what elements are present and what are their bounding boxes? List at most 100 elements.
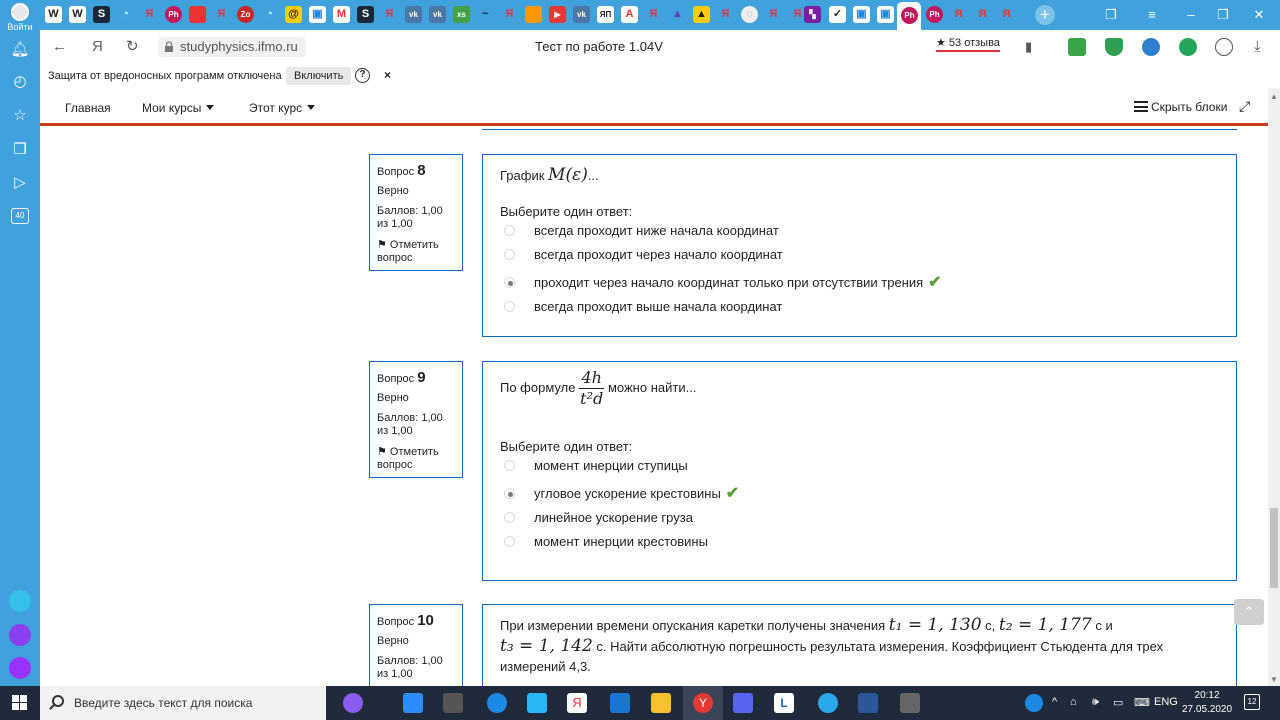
tab-yandex-6[interactable]: Я: [717, 6, 734, 23]
keyboard-icon[interactable]: ⌨: [1134, 696, 1150, 709]
tab-mail-at[interactable]: @: [285, 6, 302, 23]
reviews-link[interactable]: ★ 53 отзыва: [936, 36, 1000, 52]
vs-icon[interactable]: [527, 693, 547, 713]
new-tab-button[interactable]: +: [1035, 5, 1055, 25]
radio-button[interactable]: [504, 225, 515, 236]
discord-icon[interactable]: [733, 693, 753, 713]
tab-ph-1[interactable]: Ph: [165, 6, 182, 23]
collections-icon[interactable]: ❐: [10, 140, 30, 160]
messenger-icon[interactable]: [9, 624, 31, 646]
page-scrollbar[interactable]: ▲ ▼: [1268, 88, 1280, 686]
tab-blue-1[interactable]: ▣: [309, 6, 326, 23]
tab-ph-2[interactable]: Ph: [926, 6, 943, 23]
login-button[interactable]: Войти: [2, 3, 38, 33]
nav-this-course[interactable]: Этот курс: [249, 101, 316, 115]
tab-youtube[interactable]: ▶: [549, 6, 566, 23]
taskbar-active-app[interactable]: Y: [683, 686, 723, 720]
tabs-overview-icon[interactable]: ❐: [1100, 6, 1122, 24]
radio-button[interactable]: [504, 512, 515, 523]
tab-vk-1[interactable]: vk: [405, 6, 422, 23]
tab-blue-2[interactable]: ▣: [853, 6, 870, 23]
word-icon[interactable]: [858, 693, 878, 713]
tab-blue-3[interactable]: ▣: [877, 6, 894, 23]
taskbar-search[interactable]: Введите здесь текст для поиска: [40, 686, 326, 720]
reload-button[interactable]: ↻: [126, 38, 139, 56]
scroll-to-top-button[interactable]: ⌃: [1234, 599, 1264, 625]
close-notification-icon[interactable]: ×: [384, 68, 391, 82]
translate-ext-icon[interactable]: [1142, 38, 1160, 56]
tab-yandex-1[interactable]: Я: [141, 6, 158, 23]
tab-speed-icon[interactable]: ◔: [117, 6, 134, 23]
flag-question-button[interactable]: ⚑ Отметить вопрос: [377, 446, 455, 472]
answer-option[interactable]: момент инерции крестовины: [500, 530, 1219, 554]
scrollbar-thumb[interactable]: [1270, 508, 1278, 588]
edge-icon[interactable]: [487, 693, 507, 713]
tab-active[interactable]: Ph: [897, 2, 921, 30]
cortana-icon[interactable]: [343, 693, 363, 713]
radio-button[interactable]: [504, 301, 515, 312]
tab-steam-2[interactable]: S: [357, 6, 374, 23]
enable-protection-button[interactable]: Включить: [286, 67, 352, 85]
radio-button-selected[interactable]: [504, 277, 515, 288]
calculator-icon[interactable]: [900, 693, 920, 713]
scroll-down-icon[interactable]: ▼: [1270, 675, 1278, 684]
minimize-icon[interactable]: –: [1180, 6, 1202, 24]
tab-yandex-7[interactable]: Я: [765, 6, 782, 23]
shield-icon[interactable]: [1105, 38, 1123, 56]
answer-option[interactable]: линейное ускорение груза: [500, 506, 1219, 530]
dropbox-icon[interactable]: [403, 693, 423, 713]
language-indicator[interactable]: ENG: [1154, 696, 1178, 708]
battery-icon[interactable]: ▭: [1113, 696, 1123, 709]
lighthouse-icon[interactable]: L: [774, 693, 794, 713]
tab-ru[interactable]: ЯП: [597, 6, 614, 23]
radio-button[interactable]: [504, 249, 515, 260]
tab-triangle-2[interactable]: ▲: [669, 6, 686, 23]
tab-bird[interactable]: ~: [477, 6, 494, 23]
flag-question-button[interactable]: ⚑ Отметить вопрос: [377, 239, 455, 265]
bell-icon[interactable]: 🔔︎: [10, 40, 30, 60]
downloads-icon[interactable]: ⤓: [1254, 38, 1261, 56]
windows-start-icon[interactable]: [12, 695, 28, 711]
tab-green[interactable]: xs: [453, 6, 470, 23]
tab-yellow[interactable]: ▲: [693, 6, 710, 23]
tab-wikipedia-1[interactable]: W: [45, 6, 62, 23]
tab-yandex-10[interactable]: Я: [974, 6, 991, 23]
tab-yandex-11[interactable]: Я: [998, 6, 1015, 23]
close-window-icon[interactable]: ✕: [1248, 6, 1270, 24]
radio-button[interactable]: [504, 460, 515, 471]
tabs-count-icon[interactable]: 40: [11, 208, 29, 224]
store-icon[interactable]: [443, 693, 463, 713]
mail-icon[interactable]: [610, 693, 630, 713]
tab-triangle-1[interactable]: A: [621, 6, 638, 23]
help-tray-icon[interactable]: [1025, 694, 1043, 712]
history-icon[interactable]: ◴: [10, 72, 30, 92]
answer-option-selected[interactable]: проходит через начало координат только п…: [500, 271, 1219, 295]
tray-chevron-icon[interactable]: ^: [1052, 696, 1057, 708]
tab-yandex-5[interactable]: Я: [645, 6, 662, 23]
restore-icon[interactable]: ❐: [1212, 6, 1234, 24]
explorer-icon[interactable]: [651, 693, 671, 713]
tab-red-1[interactable]: [189, 6, 206, 23]
help-icon[interactable]: ?: [355, 68, 370, 83]
back-button[interactable]: ←: [52, 38, 67, 56]
notifications-icon[interactable]: 12: [1244, 694, 1260, 710]
network-icon[interactable]: ⌂: [1070, 696, 1077, 708]
answer-option[interactable]: всегда проходит ниже начала координат: [500, 219, 1219, 243]
fullscreen-icon[interactable]: ⤢: [1239, 98, 1250, 115]
extensions-icon[interactable]: [1215, 38, 1233, 56]
answer-option[interactable]: всегда проходит через начало координат: [500, 243, 1219, 267]
play-icon[interactable]: ▷: [10, 173, 30, 193]
answer-option[interactable]: всегда проходит выше начала координат: [500, 295, 1219, 319]
nav-my-courses[interactable]: Мои курсы: [142, 101, 215, 115]
radio-button-selected[interactable]: [504, 488, 515, 499]
tab-yandex-3[interactable]: Я: [381, 6, 398, 23]
tab-orange[interactable]: [525, 6, 542, 23]
scroll-up-icon[interactable]: ▲: [1270, 92, 1278, 101]
telegram-icon[interactable]: [818, 693, 838, 713]
tab-wikipedia-2[interactable]: W: [69, 6, 86, 23]
tab-steam[interactable]: S: [93, 6, 110, 23]
bookmark-icon[interactable]: ▮: [1025, 38, 1032, 56]
tab-gray[interactable]: ◌: [741, 6, 758, 23]
download-ext-icon[interactable]: [1068, 38, 1086, 56]
answer-option-selected[interactable]: угловое ускорение крестовины ✔: [500, 482, 1219, 506]
